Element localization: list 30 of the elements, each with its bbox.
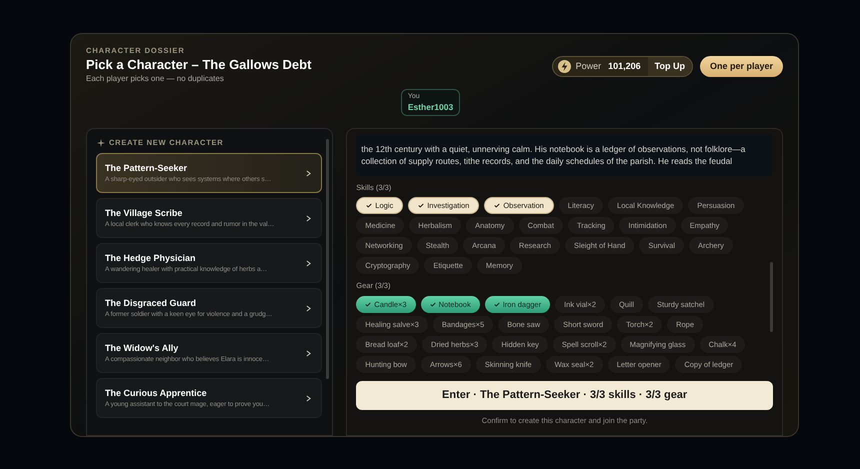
enter-button[interactable]: Enter · The Pattern-Seeker · 3/3 skills · 3/3 gear [356,380,773,410]
character-title: The Pattern-Seeker [105,162,188,174]
biography-text: the 12th century with a quiet, unnerving calm. His notebook is a ledger of observations, not folklore—a collection of supply routes, tithe records, and the daily schedules of the parish. He reads the feudal [361,142,746,168]
chevron-right-icon [306,304,312,312]
check-icon [494,302,500,307]
power-value: 101,206 [608,60,641,73]
check-icon [430,302,436,307]
character-title: The Disgraced Guard [105,298,198,309]
player-name: Esther1003 [408,102,454,112]
character-title: The Village Scribe [105,208,184,219]
sparkle-icon [97,138,105,147]
chevron-right-icon [306,394,312,402]
top-up-button[interactable]: Top Up [648,57,692,76]
dialog-subtitle: Each player picks one — no duplicates [86,74,225,84]
one-per-player-button[interactable]: One per player [700,56,783,77]
character-title: The Curious Apprentice [105,388,208,399]
lightning-icon [558,60,571,73]
dialog-title: Pick a Character – The Gallows Debt [86,56,312,73]
check-icon [418,203,424,208]
scrollbar [770,262,773,332]
chevron-right-icon [306,260,312,267]
check-icon [366,203,372,208]
character-title: The Widow's Ally [105,342,180,354]
check-icon [365,302,372,307]
check-icon [494,203,500,208]
chevron-right-icon [306,350,312,357]
power-label: Power [576,60,602,73]
chevron-right-icon [306,214,312,222]
chevron-right-icon [306,170,312,177]
character-title: The Hedge Physician [105,252,197,264]
